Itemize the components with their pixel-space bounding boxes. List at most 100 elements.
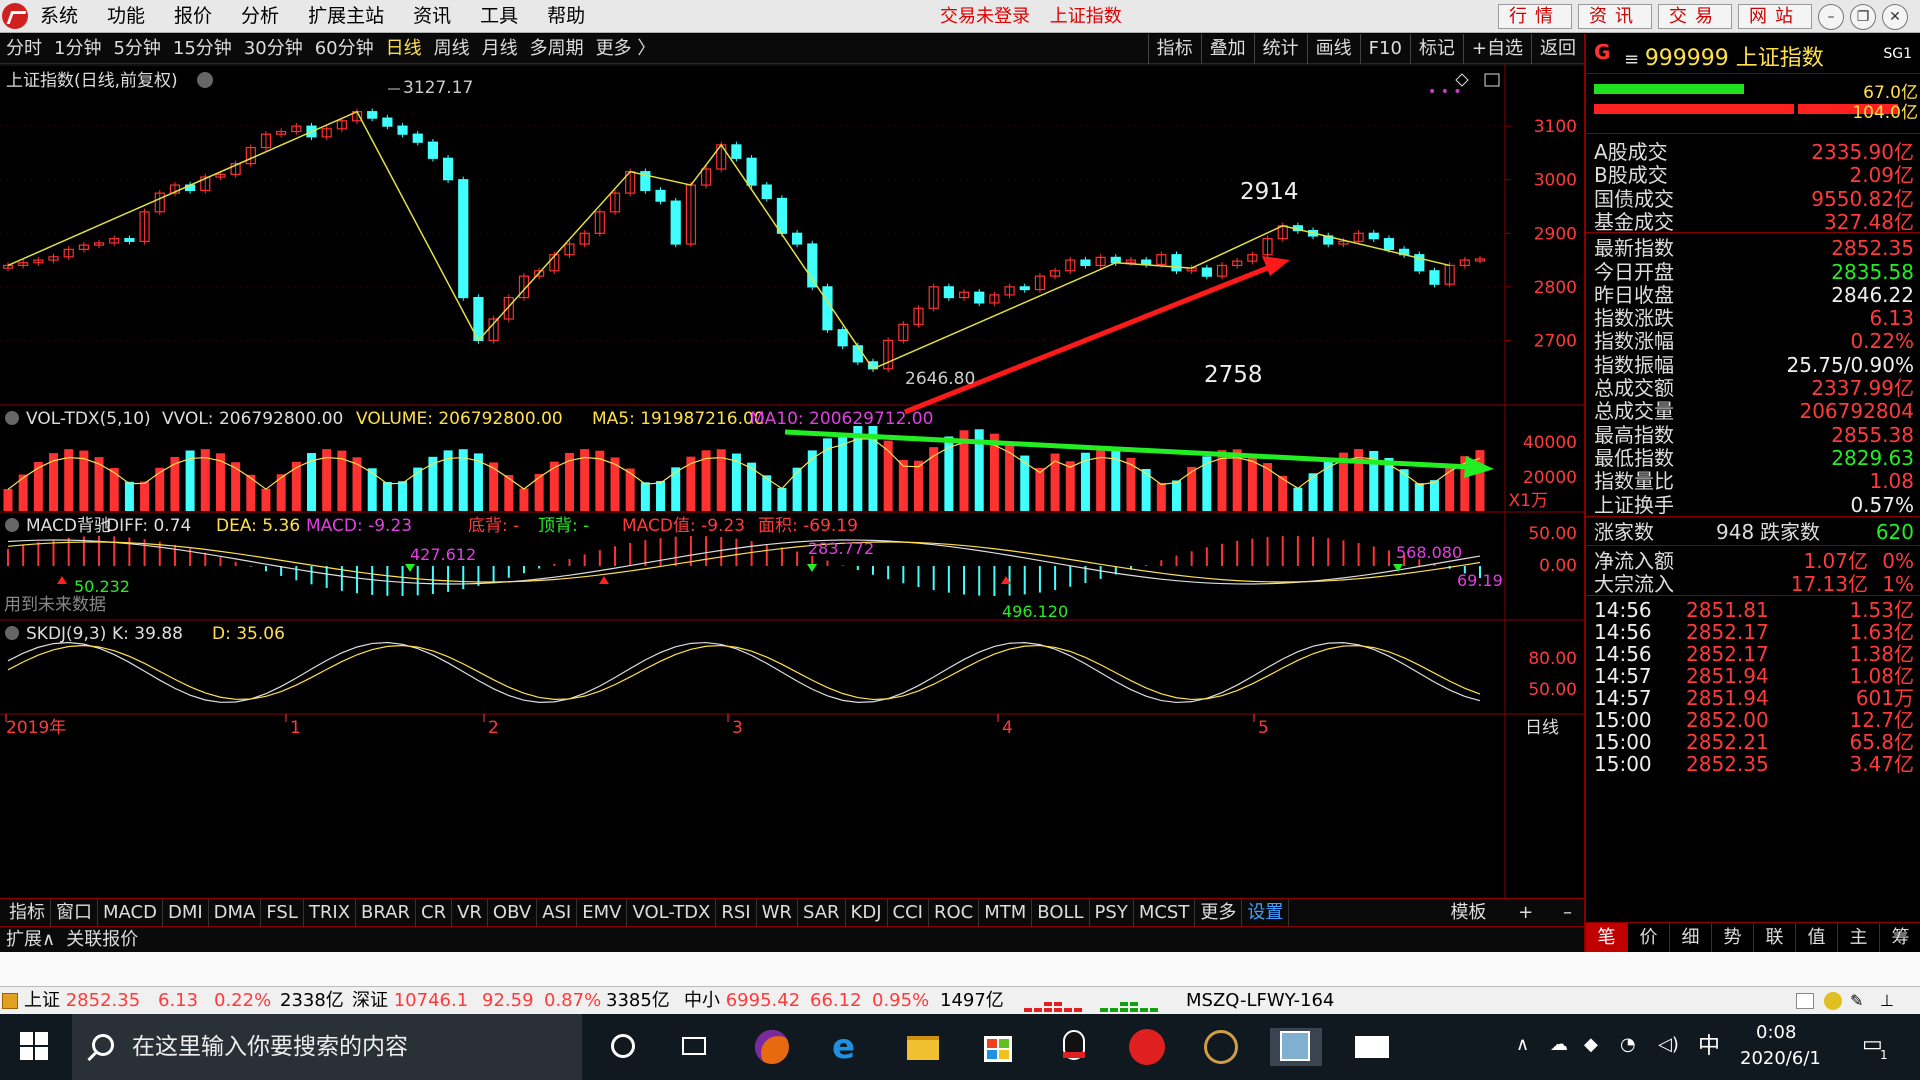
chart-tool-button[interactable]: 指标 [1147,34,1201,64]
panel-tab[interactable]: 势 [1712,923,1754,952]
panel-tab[interactable]: 笔 [1586,923,1628,952]
menu-item[interactable]: 资讯 [413,0,451,33]
minimize-icon[interactable]: – [1818,4,1844,30]
indicator-tab[interactable]: VR [452,899,488,927]
indicator-tab[interactable]: CR [416,899,453,927]
quote-button[interactable]: 行情 [1498,4,1572,29]
related-quotes-tab[interactable]: 关联报价 [66,929,138,950]
indicator-tab[interactable]: WR [757,899,798,927]
panel-tab[interactable]: 值 [1796,923,1838,952]
cortana-icon[interactable] [605,1028,643,1066]
indicator-tab[interactable]: DMI [163,899,209,927]
menu-item[interactable]: 帮助 [547,0,585,33]
chart-tool-button[interactable]: 画线 [1306,34,1360,64]
layout-icon[interactable] [1796,993,1814,1009]
chart-app-icon[interactable] [1270,1028,1322,1066]
menu-item[interactable]: 报价 [174,0,212,33]
pin-icon[interactable]: ⊥ [1880,987,1894,1015]
indicator-tab[interactable]: KDJ [846,899,888,927]
panel-tab[interactable]: 价 [1628,923,1670,952]
indicator-tab[interactable]: VOL-TDX [627,899,717,927]
volume-icon[interactable]: ◁) [1658,1034,1679,1055]
chart-tool-button[interactable]: 标记 [1409,34,1463,64]
website-button[interactable]: 网站 [1738,4,1812,29]
clock-date[interactable]: 2020/6/1 [1740,1048,1821,1069]
ime-indicator[interactable]: 中 [1698,1028,1720,1060]
mail-icon[interactable] [1353,1028,1391,1066]
period-tab[interactable]: 多周期 [530,34,584,64]
edge-icon[interactable]: e [829,1028,867,1066]
indicator-tab[interactable]: CCI [888,899,929,927]
indicator-tab[interactable]: MTM [979,899,1033,927]
store-icon[interactable] [979,1028,1017,1066]
panel-tab[interactable]: 联 [1754,923,1796,952]
menu-item[interactable]: 工具 [480,0,518,33]
indicator-tab[interactable]: TRIX [304,899,357,927]
add-indicator-button[interactable]: + [1518,902,1533,923]
cloud-icon[interactable]: ☁ [1550,1034,1568,1055]
chart-tool-button[interactable]: 叠加 [1200,34,1254,64]
indicator-tab[interactable]: MACD [98,899,163,927]
taskbar-search[interactable]: 在这里输入你要搜索的内容 [72,1014,582,1080]
panel-tab[interactable]: 筹 [1880,923,1920,952]
broker-app-icon[interactable] [1202,1028,1240,1066]
template-button[interactable]: 模板 [1450,902,1486,923]
menu-item[interactable]: 扩展主站 [308,0,384,33]
tray-chevron-icon[interactable]: ∧ [1516,1034,1529,1055]
period-tab[interactable]: 30分钟 [244,34,303,64]
kline-chart-area[interactable]: 上证指数(日线,前复权) 3100 3000 2900 2800 2700 3127.17 2… [0,64,1584,904]
chart-tool-button[interactable]: F10 [1359,34,1410,64]
indicator-tab[interactable]: ASI [537,899,578,927]
indicator-tab[interactable]: OBV [488,899,538,927]
remove-indicator-button[interactable]: – [1563,902,1572,923]
status-menu-icon[interactable] [2,993,18,1009]
clock-time[interactable]: 0:08 [1756,1022,1796,1043]
period-tab[interactable]: 周线 [434,34,470,64]
tray-app-icon[interactable]: ◆ [1584,1034,1598,1055]
period-tab[interactable]: 1分钟 [54,34,101,64]
indicator-tab[interactable]: BRAR [356,899,416,927]
indicator-tab[interactable]: 指标 [4,899,51,927]
chart-tool-button[interactable]: 返回 [1531,34,1584,64]
chart-tool-button[interactable]: 统计 [1253,34,1307,64]
restore-icon[interactable]: ❐ [1850,4,1876,30]
period-tab[interactable]: 更多 〉 [596,34,656,64]
menu-item[interactable]: 系统 [40,0,78,33]
trade-button[interactable]: 交易 [1658,4,1732,29]
coin-icon[interactable] [1824,992,1842,1010]
firefox-icon[interactable] [753,1028,791,1066]
panel-tab[interactable]: 主 [1838,923,1880,952]
tool-icon[interactable]: ✎ [1850,987,1863,1015]
period-tab[interactable]: 月线 [482,34,518,64]
indicator-tab[interactable]: EMV [577,899,628,927]
indicator-tab[interactable]: PSY [1090,899,1134,927]
menu-item[interactable]: 功能 [107,0,145,33]
close-icon[interactable]: ✕ [1882,4,1908,30]
tdx-app-icon[interactable] [1128,1028,1166,1066]
kline-chart-svg[interactable]: 上证指数(日线,前复权) 3100 3000 2900 2800 2700 3127.17 2… [0,64,1584,898]
indicator-tab[interactable]: 窗口 [51,899,98,927]
qq-icon[interactable] [1055,1028,1093,1066]
file-explorer-icon[interactable] [904,1028,942,1066]
news-button[interactable]: 资讯 [1578,4,1652,29]
indicator-tab[interactable]: SAR [798,899,846,927]
task-view-icon[interactable] [676,1028,714,1066]
indicator-tab[interactable]: RSI [716,899,757,927]
indicator-tab[interactable]: BOLL [1032,899,1090,927]
wifi-icon[interactable]: ◔ [1620,1034,1636,1055]
indicator-tab[interactable]: MCST [1134,899,1196,927]
panel-tab[interactable]: 细 [1670,923,1712,952]
menu-item[interactable]: 分析 [241,0,279,33]
indicator-tab[interactable]: 设置 [1242,899,1290,927]
period-tab[interactable]: 分时 [6,34,42,64]
indicator-tab[interactable]: 更多 [1195,899,1243,927]
chart-tool-button[interactable]: +自选 [1462,34,1531,64]
period-tab[interactable]: 15分钟 [173,34,232,64]
expand-toggle[interactable]: 扩展∧ [6,929,55,950]
period-tab[interactable]: 60分钟 [315,34,374,64]
indicator-tab[interactable]: DMA [209,899,262,927]
indicator-tab[interactable]: ROC [929,899,980,927]
period-tab[interactable]: 日线 [386,34,422,64]
indicator-tab[interactable]: FSL [261,899,304,927]
period-tab[interactable]: 5分钟 [113,34,160,64]
